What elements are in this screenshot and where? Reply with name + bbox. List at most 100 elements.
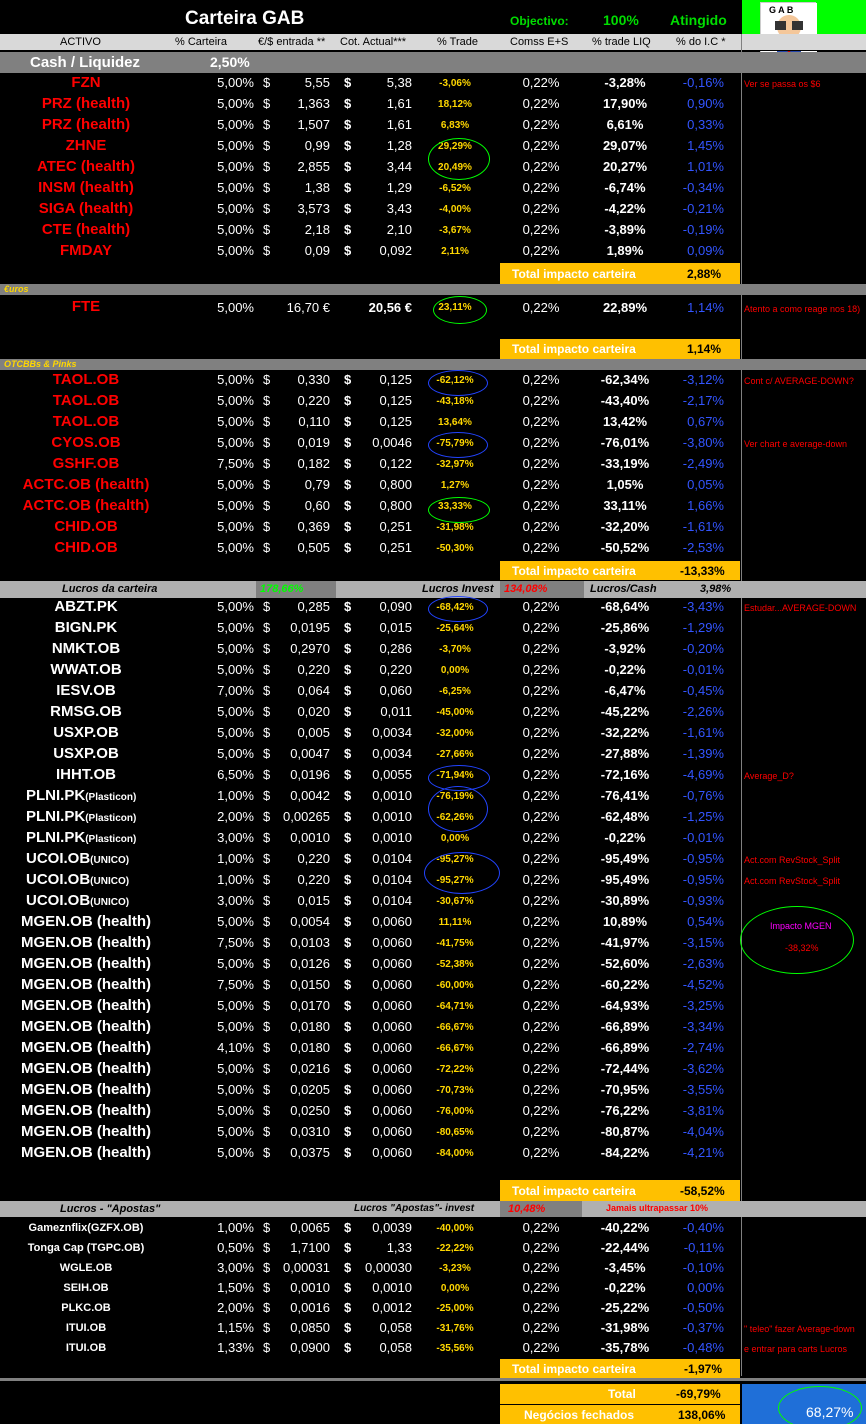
asset-weight: 5,00% <box>217 477 254 492</box>
table-row: FMDAY 5,00% $0,09 $0,092 2,11% 0,22% 1,89% 0,09… <box>0 242 866 263</box>
entry-price: 0,0310 <box>290 1124 330 1139</box>
trade-pct: -66,67% <box>436 1022 474 1033</box>
current-price: 1,33 <box>386 1240 412 1255</box>
entry-price: 0,0054 <box>290 914 330 929</box>
trade-liq: -27,88% <box>600 746 650 761</box>
asset-name: MGEN.OB (health) <box>21 1123 151 1140</box>
total-5-value: -1,97% <box>684 1362 723 1376</box>
note: Estudar...AVERAGE-DOWN <box>744 603 857 613</box>
commission: 0,22% <box>522 998 560 1013</box>
table-row: CTE (health) 5,00% $2,18 $2,10 -3,67% 0,22% -3… <box>0 221 866 242</box>
asset-ticker: PLNI.PK <box>26 829 86 846</box>
current-price: 0,0060 <box>372 1103 412 1118</box>
entry-price: 0,99 <box>304 138 330 153</box>
commission: 0,22% <box>522 1040 560 1055</box>
ic-pct: -3,12% <box>682 372 724 387</box>
entry-price: 0,00031 <box>283 1260 330 1275</box>
current-price: 1,61 <box>386 117 412 132</box>
asset-weight: 7,50% <box>217 456 254 471</box>
trade-pct: -25,00% <box>436 1303 474 1314</box>
current-price: 0,0055 <box>372 767 412 782</box>
asset-name: PRZ (health) <box>41 116 131 133</box>
asset-name: ATEC (health) <box>36 158 136 175</box>
table-row: MGEN.OB (health) 5,00% $0,0216 $0,0060 -72,2… <box>0 1060 866 1081</box>
objective-value-overlay: 100% <box>603 12 639 28</box>
trade-pct: -80,65% <box>436 1127 474 1138</box>
commission: 0,22% <box>522 1340 560 1355</box>
current-price: 0,0104 <box>372 893 412 908</box>
trade-pct: -35,56% <box>436 1343 474 1354</box>
ic-pct: -4,04% <box>682 1124 724 1139</box>
asset-name: CYOS.OB <box>51 434 121 451</box>
trade-pct: -25,64% <box>436 623 474 634</box>
col-comissoes: Comss E+S <box>510 36 569 48</box>
table-row: IESV.OB 7,00% $0,064 $0,060 -6,25% 0,22% -6,47… <box>0 682 866 703</box>
asset-name: SEIH.OB <box>63 1282 109 1294</box>
asset-weight: 5,00% <box>217 725 254 740</box>
asset-subtitle: (UNICO) <box>90 897 130 908</box>
current-price: 0,0060 <box>372 998 412 1013</box>
asset-name: USXP.OB <box>53 745 119 762</box>
total-3-box: Total impacto carteira -13,33% <box>500 561 740 580</box>
trade-liq: -41,97% <box>600 935 650 950</box>
trade-pct: -32,97% <box>436 459 474 470</box>
asset-name: CHID.OB <box>54 539 118 556</box>
ic-pct: 0,33% <box>687 117 724 132</box>
ic-pct: -2,53% <box>682 540 724 555</box>
ic-pct: 0,00% <box>687 1280 724 1295</box>
asset-weight: 5,00% <box>217 159 254 174</box>
commission: 0,22% <box>522 599 560 614</box>
entry-price: 0,0010 <box>290 1280 330 1295</box>
trade-ring-cyos <box>428 432 488 458</box>
asset-name: PLNI.PK(Plasticon) <box>0 787 172 804</box>
trade-pct: -22,22% <box>436 1243 474 1254</box>
asset-subtitle: (UNICO) <box>90 876 130 887</box>
current-price: 1,29 <box>386 180 412 195</box>
commission: 0,22% <box>522 159 560 174</box>
note: " teleo" fazer Average-down <box>744 1324 855 1334</box>
entry-price: 1,38 <box>304 180 330 195</box>
trade-pct: -64,71% <box>436 1001 474 1012</box>
lucros-carteira-value: 178,66% <box>256 581 336 598</box>
entry-price: 0,505 <box>297 540 330 555</box>
ic-pct: -1,61% <box>682 519 724 534</box>
asset-name: MGEN.OB (health) <box>21 913 151 930</box>
current-price: 0,0010 <box>372 830 412 845</box>
trade-liq: -35,78% <box>600 1340 650 1355</box>
asset-weight: 5,00% <box>217 138 254 153</box>
current-price: 0,090 <box>379 599 412 614</box>
apostas-label: Lucros - "Apostas" <box>60 1203 161 1215</box>
trade-liq: -72,44% <box>600 1061 650 1076</box>
table-row: MGEN.OB (health) 5,00% $0,0375 $0,0060 -84,0… <box>0 1144 866 1165</box>
trade-ring-plni <box>428 786 488 832</box>
commission: 0,22% <box>522 1280 560 1295</box>
trade-liq: -76,01% <box>600 435 650 450</box>
trade-pct: -72,22% <box>436 1064 474 1075</box>
current-price: 0,0060 <box>372 1124 412 1139</box>
commission: 0,22% <box>522 540 560 555</box>
trade-liq: -68,64% <box>600 599 650 614</box>
commission: 0,22% <box>522 1240 560 1255</box>
asset-name: UCOI.OB(UNICO) <box>0 850 172 867</box>
table-row: USXP.OB 5,00% $0,0047 $0,0034 -27,66% 0,22% -2… <box>0 745 866 766</box>
asset-name: MGEN.OB (health) <box>21 976 151 993</box>
trade-liq: -72,16% <box>600 767 650 782</box>
current-price: 3,44 <box>386 159 412 174</box>
entry-price: 0,0180 <box>290 1040 330 1055</box>
ic-pct: -0,40% <box>682 1220 724 1235</box>
trade-liq: -66,89% <box>600 1040 650 1055</box>
entry-price: 0,020 <box>297 704 330 719</box>
total-1-label: Total impacto carteira <box>512 267 636 281</box>
commission: 0,22% <box>522 1124 560 1139</box>
commission: 0,22% <box>522 498 560 513</box>
trade-liq: 1,05% <box>606 477 644 492</box>
entry-price: 0,005 <box>297 725 330 740</box>
trade-liq: -76,22% <box>600 1103 650 1118</box>
trade-pct: -27,66% <box>436 749 474 760</box>
table-row: MGEN.OB (health) 5,00% $0,0250 $0,0060 -76,0… <box>0 1102 866 1123</box>
asset-weight: 5,00% <box>217 372 254 387</box>
ic-pct: -0,19% <box>682 222 724 237</box>
cash-value: 2,50% <box>210 54 250 70</box>
mgen-impact-ring <box>740 906 854 974</box>
trade-pct: -3,06% <box>439 78 471 89</box>
